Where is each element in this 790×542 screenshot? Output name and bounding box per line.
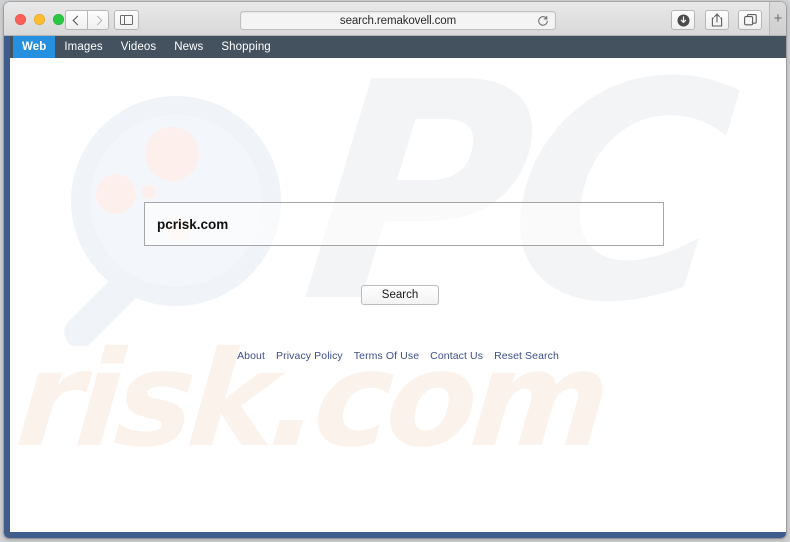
sidebar-toggle-button[interactable]: [114, 10, 139, 30]
tabs-icon: [743, 14, 757, 26]
window-controls: [15, 14, 64, 25]
share-button[interactable]: [705, 10, 729, 30]
downloads-button[interactable]: [671, 10, 695, 30]
nav-item-images[interactable]: Images: [55, 36, 111, 58]
footer-link-about[interactable]: About: [237, 350, 265, 362]
footer-links: About Privacy Policy Terms Of Use Contac…: [10, 350, 786, 362]
search-button[interactable]: Search: [361, 285, 439, 305]
nav-item-shopping[interactable]: Shopping: [212, 36, 279, 58]
sidebar-icon: [120, 14, 133, 26]
nav-item-label: Images: [64, 41, 103, 53]
new-tab-label: +: [773, 9, 783, 27]
page-content-frame: Web Images Videos News Shopping PC risk.…: [10, 36, 786, 532]
address-bar-url: search.remakovell.com: [339, 14, 457, 27]
nav-item-label: Shopping: [221, 41, 271, 53]
pc-logo-watermark: PC: [291, 58, 733, 368]
show-tabs-button[interactable]: [738, 10, 762, 30]
download-icon: [677, 14, 689, 26]
search-page-content: PC risk.com Search About Privacy Policy …: [10, 58, 786, 532]
site-navigation: Web Images Videos News Shopping: [10, 36, 786, 58]
footer-link-contact-us[interactable]: Contact Us: [430, 350, 483, 362]
share-icon: [711, 13, 723, 27]
back-button[interactable]: [65, 10, 87, 30]
nav-item-videos[interactable]: Videos: [112, 36, 166, 58]
nav-item-web[interactable]: Web: [13, 36, 56, 58]
chevron-right-icon: [92, 15, 102, 25]
forward-button[interactable]: [87, 10, 109, 30]
address-bar[interactable]: search.remakovell.com: [240, 11, 556, 30]
maximize-window-button[interactable]: [53, 14, 64, 25]
footer-link-privacy-policy[interactable]: Privacy Policy: [276, 350, 343, 362]
reload-icon[interactable]: [537, 15, 549, 27]
nav-item-news[interactable]: News: [165, 36, 212, 58]
search-input[interactable]: [144, 202, 664, 246]
footer-link-terms-of-use[interactable]: Terms Of Use: [354, 350, 419, 362]
close-window-button[interactable]: [15, 14, 26, 25]
page-viewport: Web Images Videos News Shopping PC risk.…: [4, 36, 786, 538]
minimize-window-button[interactable]: [34, 14, 45, 25]
chevron-left-icon: [72, 15, 83, 25]
browser-window: search.remakovell.com + Web Images Video…: [4, 2, 786, 538]
footer-link-reset-search[interactable]: Reset Search: [494, 350, 559, 362]
nav-item-label: Videos: [120, 41, 157, 53]
nav-item-label: News: [174, 41, 204, 53]
nav-item-label: Web: [22, 41, 47, 53]
new-tab-button[interactable]: +: [769, 2, 786, 35]
browser-toolbar: search.remakovell.com +: [4, 2, 786, 36]
